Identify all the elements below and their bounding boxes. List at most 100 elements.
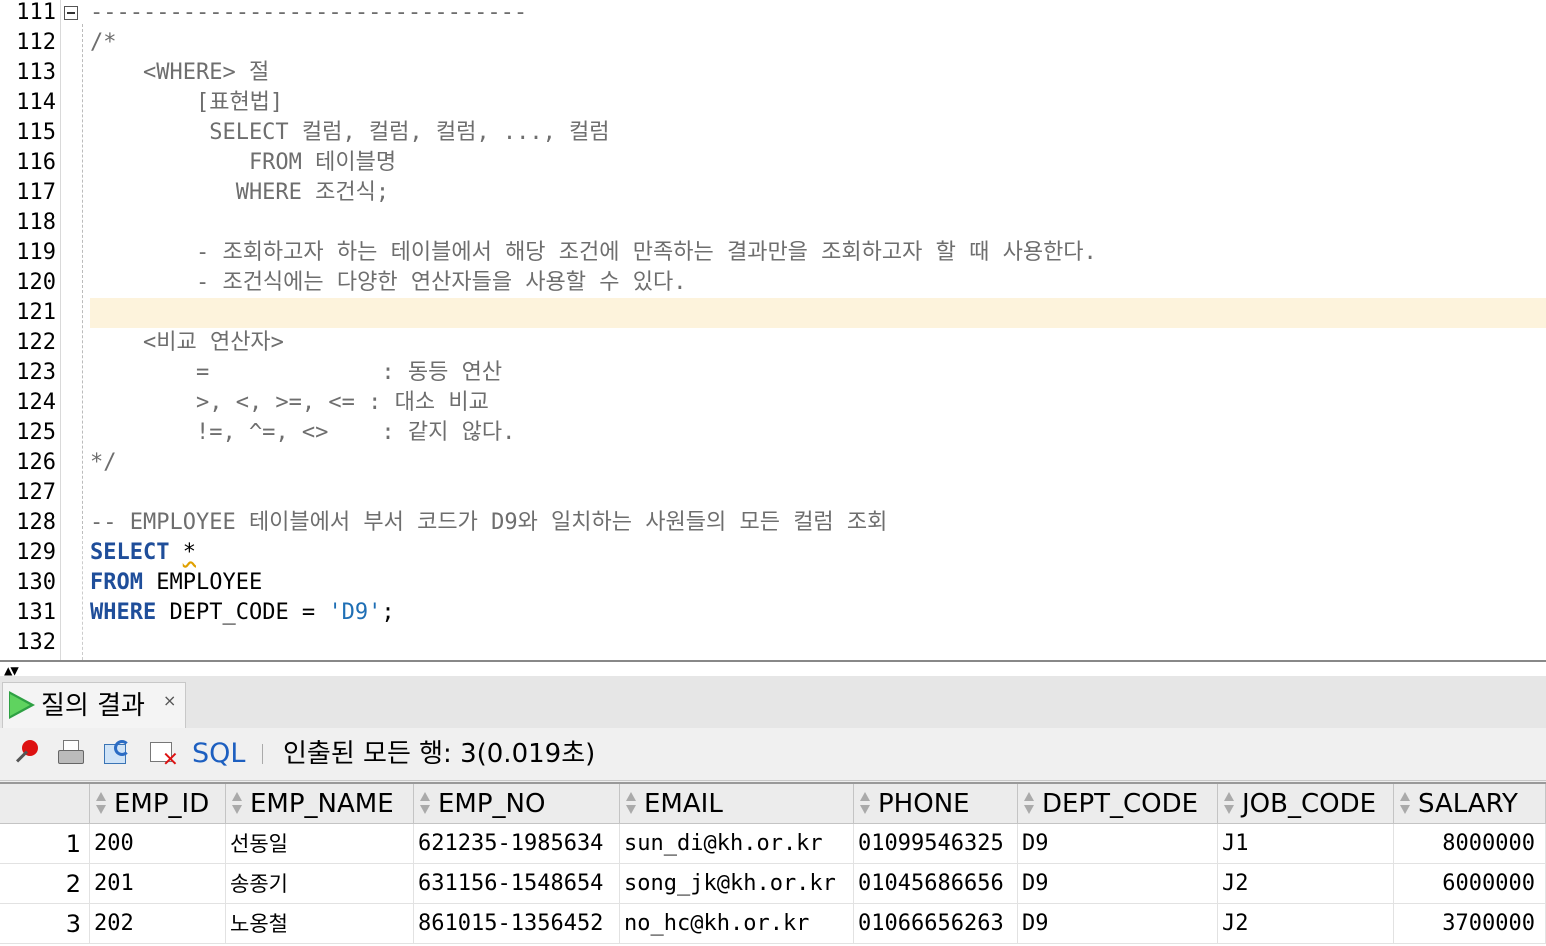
line-number: 129 — [16, 540, 56, 565]
grid-cell-dept-code[interactable]: D9 — [1018, 864, 1218, 904]
line-number: 116 — [16, 150, 56, 175]
current-line-highlight — [90, 298, 1546, 328]
cancel-icon[interactable]: ✕ — [148, 738, 179, 769]
row-number[interactable]: 3 — [0, 904, 90, 944]
line-number: 120 — [16, 270, 56, 295]
line-number: 128 — [16, 510, 56, 535]
close-icon[interactable]: × — [163, 691, 176, 711]
pin-icon[interactable] — [12, 736, 42, 768]
comment-line-123[interactable]: = : 동등 연산 — [90, 358, 502, 388]
results-tabbar: 질의 결과 × — [0, 676, 1546, 729]
column-header-label: EMP_ID — [114, 789, 210, 819]
line-number: 113 — [16, 60, 56, 85]
line-number-gutter: 111 112 113 114 115 116 117 118 119 120 121 122 123 1… — [0, 0, 61, 660]
column-header-phone[interactable]: PHONE — [854, 784, 1018, 824]
column-header-label: DEPT_CODE — [1042, 789, 1199, 819]
sort-icon[interactable] — [1222, 790, 1236, 818]
tab-query-result[interactable]: 질의 결과 × — [2, 682, 186, 728]
comment-line-126[interactable]: */ — [90, 448, 117, 478]
grid-cell-phone[interactable]: 01099546325 — [854, 824, 1018, 864]
grid-cell-emp-no[interactable]: 631156-1548654 — [414, 864, 620, 904]
grid-cell-salary[interactable]: 6000000 — [1394, 864, 1546, 904]
grid-cell-dept-code[interactable]: D9 — [1018, 824, 1218, 864]
grid-cell-emp-id[interactable]: 200 — [90, 824, 226, 864]
toolbar-divider — [262, 744, 263, 764]
column-header-email[interactable]: EMAIL — [620, 784, 854, 824]
column-header-salary[interactable]: SALARY — [1394, 784, 1546, 824]
comment-line-125[interactable]: !=, ^=, <> : 같지 않다. — [90, 418, 515, 448]
refresh-icon[interactable] — [102, 738, 132, 768]
comment-line-114[interactable]: [표현법] — [90, 88, 283, 118]
row-number[interactable]: 2 — [0, 864, 90, 904]
grid-cell-salary[interactable]: 8000000 — [1394, 824, 1546, 864]
sql-keyword: SELECT — [90, 540, 170, 565]
grid-cell-emp-id[interactable]: 201 — [90, 864, 226, 904]
line-number: 112 — [16, 30, 56, 55]
comment-line-124[interactable]: >, <, >=, <= : 대소 비교 — [90, 388, 489, 418]
comment-line-119[interactable]: - 조회하고자 하는 테이블에서 해당 조건에 만족하는 결과만을 조회하고자 … — [90, 238, 1097, 268]
sql-button[interactable]: SQL — [192, 738, 245, 770]
table-name: EMPLOYEE — [156, 570, 263, 595]
code-line-130[interactable]: FROM EMPLOYEE — [90, 568, 262, 598]
comment-line-111[interactable]: --------------------------------- — [90, 0, 527, 28]
where-condition: DEPT_CODE = — [169, 600, 329, 625]
comment-line-115[interactable]: SELECT 컬럼, 컬럼, 컬럼, ..., 컬럼 — [90, 118, 609, 148]
grid-cell-emp-name[interactable]: 송종기 — [226, 864, 414, 904]
grid-cell-job-code[interactable]: J2 — [1218, 864, 1394, 904]
run-triangle-icon — [9, 691, 35, 719]
line-number: 122 — [16, 330, 56, 355]
sort-icon[interactable] — [418, 790, 432, 818]
sort-icon[interactable] — [858, 790, 872, 818]
fetch-status-text: 인출된 모든 행: 3(0.019초) — [283, 739, 596, 769]
sql-editor[interactable]: 111 112 113 114 115 116 117 118 119 120 121 122 123 1… — [0, 0, 1546, 660]
sort-icon[interactable] — [230, 790, 244, 818]
comment-line-116[interactable]: FROM 테이블명 — [90, 148, 396, 178]
sort-icon[interactable] — [624, 790, 638, 818]
line-number: 117 — [16, 180, 56, 205]
column-header-dept-code[interactable]: DEPT_CODE — [1018, 784, 1218, 824]
column-header-label: EMP_NO — [438, 789, 546, 819]
sort-icon[interactable] — [1022, 790, 1036, 818]
grid-cell-emp-id[interactable]: 202 — [90, 904, 226, 944]
grid-cell-emp-name[interactable]: 선동일 — [226, 824, 414, 864]
grid-cell-salary[interactable]: 3700000 — [1394, 904, 1546, 944]
line-number: 132 — [16, 630, 56, 655]
result-grid[interactable]: EMP_ID EMP_NAME EMP_NO EMAIL PHONE DEPT_CODE J… — [0, 782, 1546, 946]
grid-cell-dept-code[interactable]: D9 — [1018, 904, 1218, 944]
line-number: 115 — [16, 120, 56, 145]
results-toolbar: ✕ SQL 인출된 모든 행: 3(0.019초) — [0, 728, 1546, 781]
sort-icon[interactable] — [94, 790, 108, 818]
grid-cell-emp-no[interactable]: 621235-1985634 — [414, 824, 620, 864]
comment-line-113[interactable]: <WHERE> 절 — [90, 58, 269, 88]
print-icon[interactable] — [56, 738, 86, 768]
grid-cell-email[interactable]: song_jk@kh.or.kr — [620, 864, 854, 904]
grid-cell-emp-name[interactable]: 노옹철 — [226, 904, 414, 944]
column-header-emp-name[interactable]: EMP_NAME — [226, 784, 414, 824]
column-header-label: EMAIL — [644, 789, 723, 819]
grid-cell-emp-no[interactable]: 861015-1356452 — [414, 904, 620, 944]
column-header-emp-id[interactable]: EMP_ID — [90, 784, 226, 824]
comment-line-117[interactable]: WHERE 조건식; — [90, 178, 389, 208]
comment-line-120[interactable]: - 조건식에는 다양한 연산자들을 사용할 수 있다. — [90, 268, 687, 298]
code-line-131[interactable]: WHERE DEPT_CODE = 'D9'; — [90, 598, 395, 628]
row-number[interactable]: 1 — [0, 824, 90, 864]
comment-line-128[interactable]: -- EMPLOYEE 테이블에서 부서 코드가 D9와 일치하는 사원들의 모… — [90, 508, 887, 538]
column-header-job-code[interactable]: JOB_CODE — [1218, 784, 1394, 824]
fold-guide — [82, 536, 83, 660]
column-header-label: JOB_CODE — [1242, 789, 1377, 819]
grid-cell-phone[interactable]: 01066656263 — [854, 904, 1018, 944]
column-header-label: EMP_NAME — [250, 789, 394, 819]
grid-cell-email[interactable]: sun_di@kh.or.kr — [620, 824, 854, 864]
grid-cell-job-code[interactable]: J2 — [1218, 904, 1394, 944]
sort-icon[interactable] — [1398, 790, 1412, 818]
grid-cell-phone[interactable]: 01045686656 — [854, 864, 1018, 904]
statement-terminator: ; — [381, 600, 395, 625]
grid-cell-job-code[interactable]: J1 — [1218, 824, 1394, 864]
code-line-129[interactable]: SELECT * — [90, 538, 196, 568]
collapse-fold-icon[interactable] — [64, 6, 78, 20]
column-header-emp-no[interactable]: EMP_NO — [414, 784, 620, 824]
comment-line-112[interactable]: /* — [90, 28, 117, 58]
line-number: 124 — [16, 390, 56, 415]
grid-cell-email[interactable]: no_hc@kh.or.kr — [620, 904, 854, 944]
comment-line-122[interactable]: <비교 연산자> — [90, 328, 284, 358]
